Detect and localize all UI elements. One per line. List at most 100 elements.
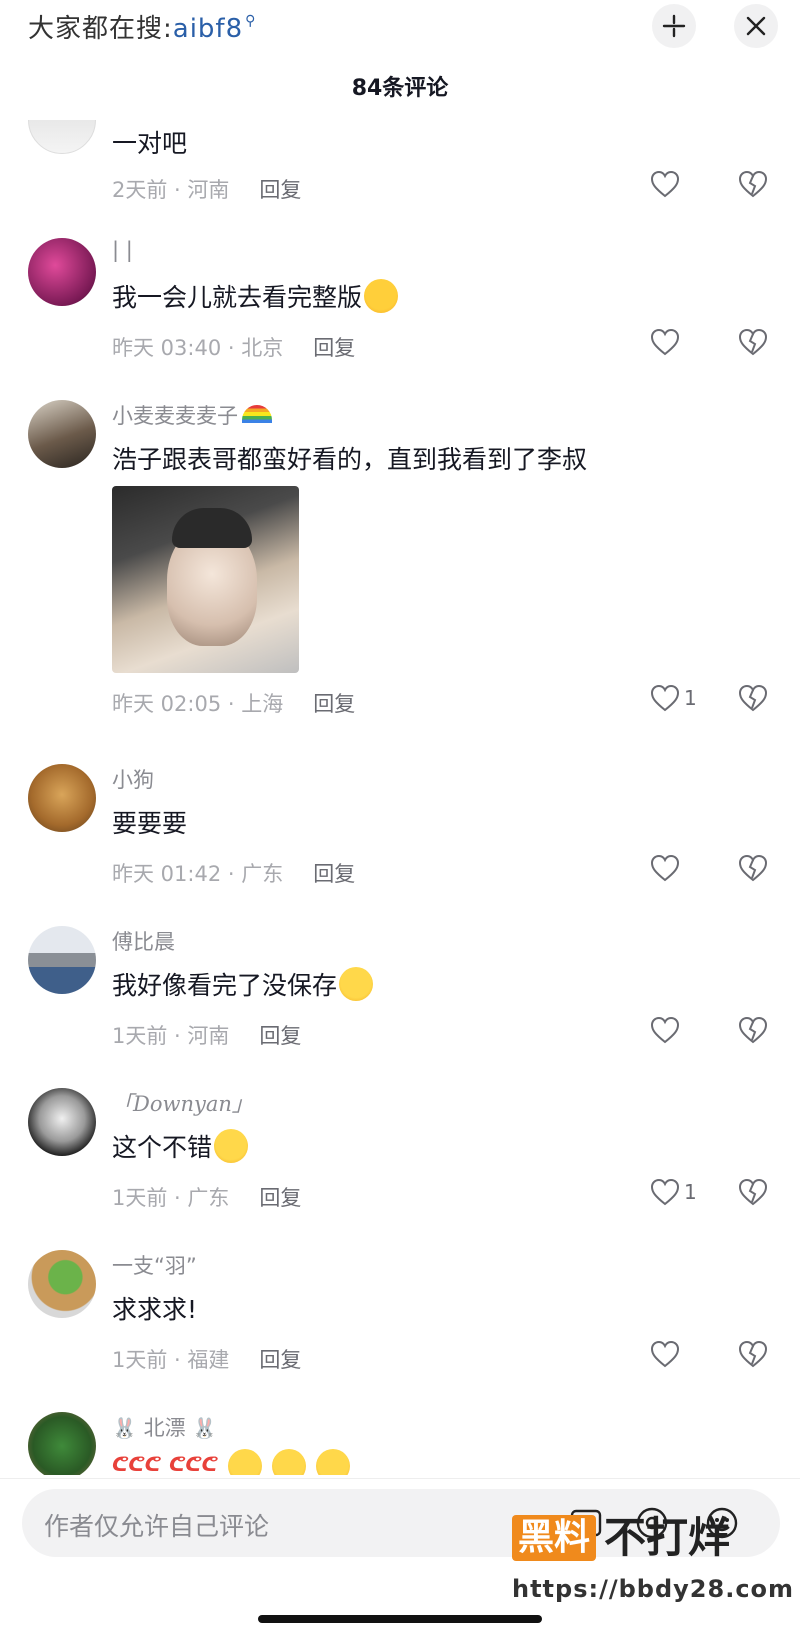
like-button[interactable] [650,1016,684,1044]
heart-icon [650,328,680,356]
like-button[interactable]: 1 [650,684,697,712]
close-button[interactable] [734,4,778,48]
avatar[interactable] [28,120,96,154]
heart-icon [650,1340,680,1368]
heart-icon [650,684,680,712]
reply-button[interactable]: 回复 [259,1348,301,1372]
avatar[interactable] [28,1088,96,1156]
comment-meta: 2天前 · 河南 回复 [112,174,301,204]
rabbit-emoji: 🐰 [192,1416,218,1440]
username[interactable]: 北漂 [144,1416,186,1440]
heart-icon [650,1178,680,1206]
comment-meta: 1天前 · 福建 回复 [112,1344,301,1374]
top-bar: 大家都在搜:aibf8 ⚲ [0,0,800,60]
bottom-bar: 作者仅允许自己评论 黑料 不打烊 https://bbdy28.com [0,1478,800,1631]
username[interactable]: 「Downyan」 [112,1088,253,1118]
heart-eyes-emoji [364,279,399,313]
avatar[interactable] [28,926,96,994]
broken-heart-icon [738,854,768,882]
username[interactable]: 小狗 [112,764,154,794]
close-icon [746,16,766,36]
laughing-emoji: ᕦᕦᕦ [112,1452,161,1475]
comment-meta: 昨天 01:42 · 广东 回复 [112,858,355,888]
comment-text: 要要要 [112,809,188,838]
dislike-button[interactable] [738,1340,768,1372]
comment-time-location: 昨天 02:05 · 上海 [112,692,284,716]
comment-text-row: 我一会儿就去看完整版 [112,278,399,316]
username[interactable]: 一支“羽” [112,1250,197,1280]
broken-heart-icon [738,170,768,198]
hug-emoji [227,1449,262,1475]
broken-heart-icon [738,1340,768,1368]
search-hint-keyword[interactable]: aibf8 [173,14,243,44]
comment-time-location: 2天前 · 河南 [112,178,230,202]
comment-text-row: 这个不错 [112,1128,249,1166]
comment-time-location: 1天前 · 河南 [112,1024,230,1048]
heart-icon [650,1016,680,1044]
laughing-emoji: ᕦᕦᕦ [168,1452,218,1475]
comment-time-location: 昨天 01:42 · 广东 [112,862,284,886]
home-indicator[interactable] [258,1615,542,1623]
reply-button[interactable]: 回复 [313,862,355,886]
username-row: 小麦麦麦麦子 [112,400,272,430]
dislike-button[interactable] [738,1016,768,1048]
dislike-button[interactable] [738,170,768,202]
comment-list[interactable]: 一对吧 2天前 · 河南 回复 | | 我一会儿就去看完整版 昨天 03:40 ·… [0,120,800,1475]
broken-heart-icon [738,684,768,712]
username[interactable]: | | [112,238,133,262]
avatar[interactable] [28,1250,96,1318]
comment-text: 我一会儿就去看完整版 [112,283,363,312]
like-count: 1 [684,1180,697,1204]
rainbow-emoji [242,405,272,423]
dislike-button[interactable] [738,328,768,360]
dislike-button[interactable] [738,684,768,716]
like-button[interactable] [650,328,684,356]
collapse-button[interactable] [652,4,696,48]
comment-text: 浩子跟表哥都蛮好看的，直到我看到了李叔 [112,445,588,474]
avatar[interactable] [28,400,96,468]
watermark-text: 不打烊 [604,1513,731,1562]
avatar[interactable] [28,1412,96,1475]
broken-heart-icon [738,1016,768,1044]
watermark-logo: 黑料 不打烊 [512,1515,730,1561]
comment-text-row: 我好像看完了没保存 [112,966,374,1004]
comment-input-placeholder: 作者仅允许自己评论 [44,1512,270,1541]
hug-emoji [315,1449,350,1475]
broken-heart-icon [738,328,768,356]
heart-icon [650,854,680,882]
watermark-url: https://bbdy28.com [512,1575,795,1603]
comment-image[interactable] [112,486,299,673]
hug-emoji [214,1129,249,1163]
avatar[interactable] [28,238,96,306]
like-button[interactable] [650,854,684,882]
like-button[interactable] [650,1340,684,1368]
like-button[interactable] [650,170,684,198]
emoji-row: ᕦᕦᕦ ᕦᕦᕦ [112,1449,350,1475]
reply-button[interactable]: 回复 [259,178,301,202]
comment-meta: 1天前 · 广东 回复 [112,1182,301,1212]
dislike-button[interactable] [738,1178,768,1210]
avatar[interactable] [28,764,96,832]
comment-count: 84条评论 [351,76,449,101]
comment-text: 这个不错 [112,1133,213,1162]
comment-text: 我好像看完了没保存 [112,971,338,1000]
comment-text: 求求求! [112,1295,198,1324]
comment-time-location: 1天前 · 广东 [112,1186,230,1210]
username[interactable]: 傅比晨 [112,926,175,956]
like-count: 1 [684,686,697,710]
reply-button[interactable]: 回复 [259,1024,301,1048]
dislike-button[interactable] [738,854,768,886]
heart-icon [650,170,680,198]
search-hint-prefix: 大家都在搜: [28,14,173,44]
sad-face-emoji [339,967,374,1001]
broken-heart-icon [738,1178,768,1206]
comment-meta: 昨天 03:40 · 北京 回复 [112,332,355,362]
username[interactable]: 小麦麦麦麦子 [112,404,238,428]
reply-button[interactable]: 回复 [313,692,355,716]
reply-button[interactable]: 回复 [313,336,355,360]
comment-meta: 昨天 02:05 · 上海 回复 [112,688,355,718]
reply-button[interactable]: 回复 [259,1186,301,1210]
search-suggestion[interactable]: 大家都在搜:aibf8 ⚲ [28,8,256,45]
collapse-icon [662,14,686,38]
like-button[interactable]: 1 [650,1178,697,1206]
